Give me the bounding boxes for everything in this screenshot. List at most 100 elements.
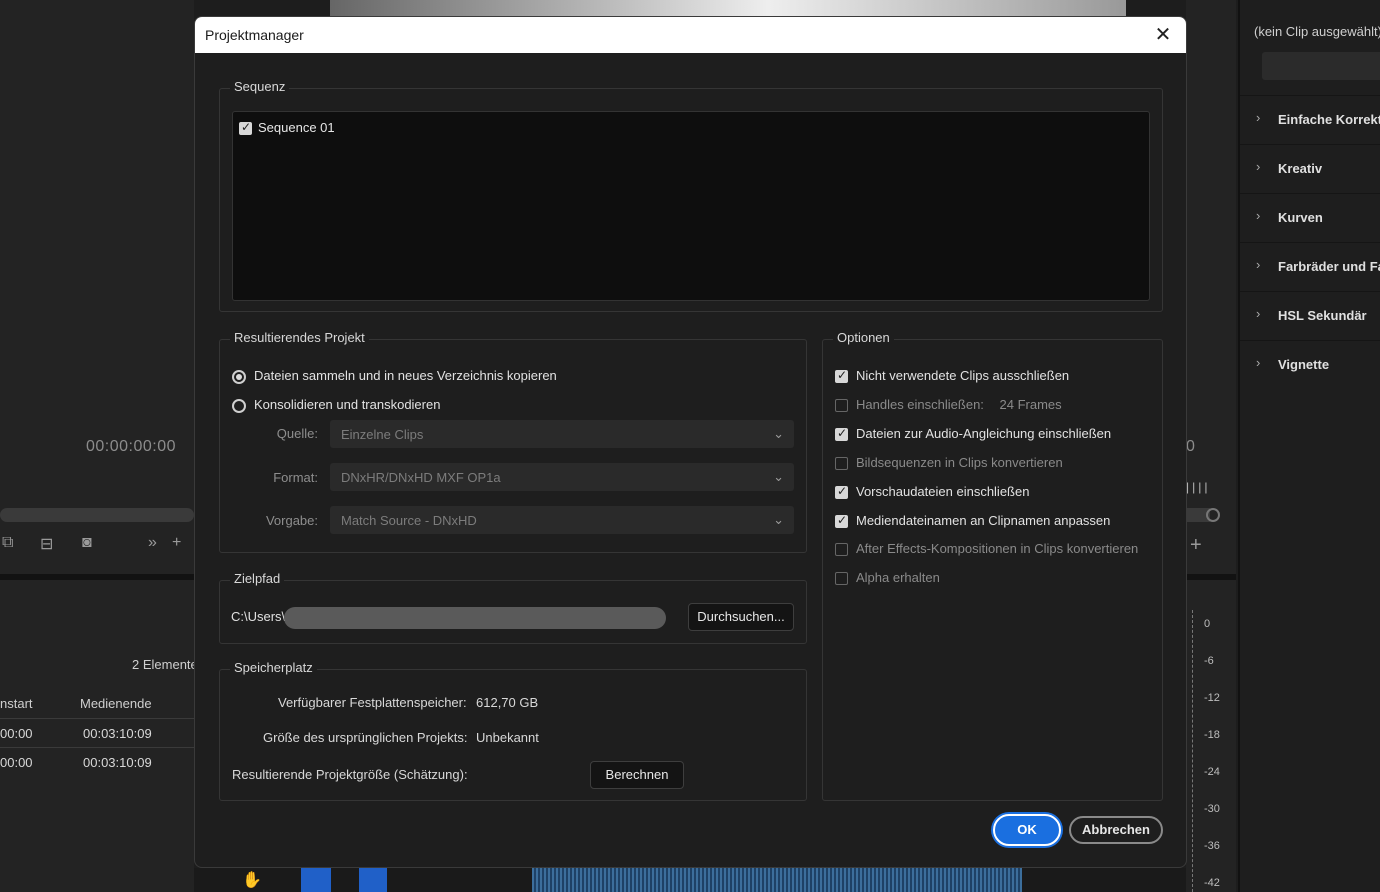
redacted-path <box>284 607 666 629</box>
format-select[interactable]: DNxHR/DNxHD MXF OP1a ⌄ <box>330 463 794 491</box>
clip-dropdown[interactable] <box>1262 52 1380 80</box>
close-icon[interactable]: ✕ <box>1150 22 1176 48</box>
section-color-wheels[interactable]: › Farbräder und Fa <box>1240 242 1380 291</box>
section-vignette[interactable]: › Vignette <box>1240 340 1380 389</box>
option-label: Mediendateinamen an Clipnamen anpassen <box>856 513 1111 528</box>
option-checkbox[interactable] <box>835 484 848 500</box>
option-label: Vorschaudateien einschließen <box>856 484 1030 499</box>
program-monitor-video <box>330 0 1126 16</box>
free-space-label: Verfügbarer Festplattenspeicher: <box>278 695 467 710</box>
source-controls: ⧉ ⊟ ◙ » + <box>0 534 194 558</box>
hand-tool-icon[interactable]: ✋ <box>242 870 262 890</box>
meter-tick: -30 <box>1204 803 1220 815</box>
video-clip[interactable] <box>301 868 331 892</box>
target-path-group: Zielpfad C:\Users\ Durchsuchen... <box>219 571 807 644</box>
option-include-handles[interactable]: Handles einschließen: 24 Frames <box>835 397 1062 413</box>
option-label: Alpha erhalten <box>856 570 940 585</box>
source-timecode[interactable]: 00:00:00:00 <box>86 438 176 456</box>
chevron-right-icon: › <box>1256 257 1261 272</box>
option-label: After Effects-Kompositionen in Clips kon… <box>856 541 1139 556</box>
chevron-right-icon: › <box>1256 355 1261 370</box>
target-path-text[interactable]: C:\Users\ <box>231 609 285 624</box>
options-legend: Optionen <box>833 330 894 345</box>
section-basic-correction[interactable]: › Einfache Korrektur <box>1240 95 1380 144</box>
preset-value: Match Source - DNxHD <box>341 513 477 528</box>
program-timecode: 0 <box>1186 438 1195 455</box>
audio-waveform[interactable] <box>532 868 1022 892</box>
lumetri-color-panel: (kein Clip ausgewählt) › Einfache Korrekt… <box>1238 0 1380 892</box>
add-icon[interactable]: + <box>172 534 181 552</box>
camera-icon[interactable]: ◙ <box>82 534 92 552</box>
source-value: Einzelne Clips <box>341 427 424 442</box>
chevron-down-icon: ⌄ <box>773 512 784 527</box>
option-checkbox[interactable] <box>835 572 848 586</box>
option-checkbox[interactable] <box>835 426 848 442</box>
option-checkbox[interactable] <box>835 399 848 413</box>
option-preserve-alpha[interactable]: Alpha erhalten <box>835 570 940 586</box>
section-creative[interactable]: › Kreativ <box>1240 144 1380 193</box>
cell-end: 00:03:10:09 <box>83 755 152 770</box>
section-label: Farbräder und Fa <box>1278 259 1380 274</box>
option-checkbox[interactable] <box>835 513 848 529</box>
source-panel: 00:00:00:00 ⧉ ⊟ ◙ » + 2 Elemente nstart … <box>0 0 198 892</box>
option-label: Bildsequenzen in Clips konvertieren <box>856 455 1063 470</box>
section-label: HSL Sekundär <box>1278 308 1367 323</box>
option-image-sequences[interactable]: Bildsequenzen in Clips konvertieren <box>835 455 1063 471</box>
source-scrub-bar[interactable] <box>0 508 194 522</box>
browse-button[interactable]: Durchsuchen... <box>688 603 794 631</box>
original-size-value: Unbekannt <box>476 730 539 745</box>
option-audio-conform[interactable]: Dateien zur Audio-Angleichung einschließ… <box>835 426 1112 442</box>
storage-legend: Speicherplatz <box>230 660 317 675</box>
insert-icon[interactable]: ⧉ <box>2 534 13 552</box>
sequence-list[interactable]: Sequence 01 <box>232 111 1150 301</box>
list-item[interactable]: Sequence 01 <box>239 120 335 136</box>
section-curves[interactable]: › Kurven <box>1240 193 1380 242</box>
sequence-group: Sequenz Sequence 01 <box>219 79 1163 312</box>
option-exclude-unused[interactable]: Nicht verwendete Clips ausschließen <box>835 368 1070 384</box>
calculate-button[interactable]: Berechnen <box>590 761 684 789</box>
zoom-handle[interactable] <box>1206 508 1220 522</box>
add-icon[interactable]: + <box>1190 534 1202 557</box>
panel-divider[interactable] <box>1186 574 1236 580</box>
format-label: Format: <box>273 470 318 485</box>
timeline-strip: ✋ <box>194 868 1186 892</box>
video-clip[interactable] <box>359 868 387 892</box>
chevron-right-icon: › <box>1256 208 1261 223</box>
option-preview-files[interactable]: Vorschaudateien einschließen <box>835 484 1030 500</box>
handles-frames-value[interactable]: 24 Frames <box>1000 397 1062 412</box>
more-icon[interactable]: » <box>148 534 157 552</box>
option-checkbox[interactable] <box>835 368 848 384</box>
table-row[interactable]: 00:00 00:03:10:09 <box>0 718 194 746</box>
radio-consolidate[interactable]: Konsolidieren und transkodieren <box>232 397 440 413</box>
cell-start: 00:00 <box>0 726 33 741</box>
table-row[interactable]: 00:00 00:03:10:09 <box>0 747 194 775</box>
dialog-title: Projektmanager <box>205 27 304 43</box>
radio-collect-files[interactable]: Dateien sammeln und in neues Verzeichnis… <box>232 368 557 384</box>
option-checkbox[interactable] <box>835 543 848 557</box>
sequence-legend: Sequenz <box>230 79 290 94</box>
meter-tick: 0 <box>1204 618 1211 630</box>
panel-divider[interactable] <box>0 574 194 580</box>
option-ae-compositions[interactable]: After Effects-Kompositionen in Clips kon… <box>835 541 1139 557</box>
radio-label: Konsolidieren und transkodieren <box>254 397 441 412</box>
preset-select[interactable]: Match Source - DNxHD ⌄ <box>330 506 794 534</box>
radio-button[interactable] <box>232 398 246 413</box>
chevron-right-icon: › <box>1256 306 1261 321</box>
cancel-button[interactable]: Abbrechen <box>1069 816 1163 844</box>
column-header-end[interactable]: Medienende <box>80 696 152 711</box>
ok-button[interactable]: OK <box>993 814 1061 846</box>
result-size-label: Resultierende Projektgröße (Schätzung): <box>232 767 468 782</box>
option-checkbox[interactable] <box>835 457 848 471</box>
radio-button-selected[interactable] <box>232 369 246 384</box>
option-label: Dateien zur Audio-Angleichung einschließ… <box>856 426 1112 441</box>
sequence-label: Sequence 01 <box>258 120 335 135</box>
option-label: Nicht verwendete Clips ausschließen <box>856 368 1070 383</box>
section-label: Kreativ <box>1278 161 1323 176</box>
overwrite-icon[interactable]: ⊟ <box>40 534 53 554</box>
source-select[interactable]: Einzelne Clips ⌄ <box>330 420 794 448</box>
no-clip-label: (kein Clip ausgewählt) <box>1254 24 1380 39</box>
sequence-checkbox[interactable] <box>239 120 252 136</box>
option-rename-media[interactable]: Mediendateinamen an Clipnamen anpassen <box>835 513 1111 529</box>
section-hsl-secondary[interactable]: › HSL Sekundär <box>1240 291 1380 340</box>
column-header-start[interactable]: nstart <box>0 696 33 711</box>
